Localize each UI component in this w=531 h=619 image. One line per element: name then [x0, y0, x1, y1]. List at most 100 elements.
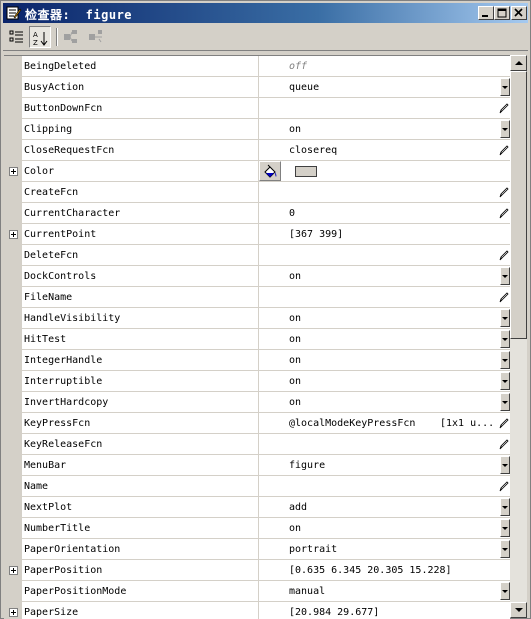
color-picker-button[interactable]	[259, 161, 281, 181]
property-name-cell[interactable]: MenuBar	[22, 455, 259, 476]
property-value-cell[interactable]	[259, 245, 510, 266]
property-name-cell[interactable]: HitTest	[22, 329, 259, 350]
property-row[interactable]: IntegerHandle on	[4, 350, 510, 371]
property-value-cell[interactable]: off	[259, 56, 510, 77]
property-name-cell[interactable]: CurrentPoint	[22, 224, 259, 245]
property-value-cell[interactable]: [367 399]	[259, 224, 510, 245]
property-name-cell[interactable]: CreateFcn	[22, 182, 259, 203]
maximize-button[interactable]	[494, 6, 510, 20]
property-name-cell[interactable]: PaperPositionMode	[22, 581, 259, 602]
expand-plus-icon[interactable]	[9, 167, 18, 176]
property-name-cell[interactable]: DockControls	[22, 266, 259, 287]
property-row[interactable]: Clipping on	[4, 119, 510, 140]
property-row[interactable]: BeingDeleted off	[4, 56, 510, 77]
pencil-edit-icon[interactable]	[499, 417, 509, 429]
pencil-edit-icon[interactable]	[499, 186, 509, 198]
property-name-cell[interactable]: KeyReleaseFcn	[22, 434, 259, 455]
property-value-cell[interactable]: on	[259, 266, 510, 287]
property-value-cell[interactable]	[259, 182, 510, 203]
property-value-cell[interactable]	[259, 287, 510, 308]
pencil-edit-icon[interactable]	[499, 102, 509, 114]
dropdown-arrow-icon[interactable]	[500, 351, 510, 369]
property-name-cell[interactable]: PaperSize	[22, 602, 259, 619]
pencil-edit-icon[interactable]	[499, 207, 509, 219]
property-row[interactable]: CurrentPoint [367 399]	[4, 224, 510, 245]
property-name-cell[interactable]: NextPlot	[22, 497, 259, 518]
dropdown-arrow-icon[interactable]	[500, 582, 510, 600]
dropdown-arrow-icon[interactable]	[500, 120, 510, 138]
property-value-cell[interactable]	[259, 161, 510, 182]
property-name-cell[interactable]: FileName	[22, 287, 259, 308]
property-name-cell[interactable]: InvertHardcopy	[22, 392, 259, 413]
property-value-cell[interactable]	[259, 98, 510, 119]
property-value-cell[interactable]: [0.635 6.345 20.305 15.228]	[259, 560, 510, 581]
property-value-cell[interactable]: on	[259, 308, 510, 329]
collapse-all-button[interactable]	[85, 26, 107, 48]
property-value-cell[interactable]: add	[259, 497, 510, 518]
property-name-cell[interactable]: Clipping	[22, 119, 259, 140]
property-name-cell[interactable]: Interruptible	[22, 371, 259, 392]
property-value-cell[interactable]	[259, 476, 510, 497]
property-value-cell[interactable]	[259, 434, 510, 455]
pencil-edit-icon[interactable]	[499, 291, 509, 303]
property-row[interactable]: Name	[4, 476, 510, 497]
property-row[interactable]: CloseRequestFcn closereq	[4, 140, 510, 161]
pencil-edit-icon[interactable]	[499, 249, 509, 261]
property-row[interactable]: HandleVisibility on	[4, 308, 510, 329]
property-row[interactable]: DeleteFcn	[4, 245, 510, 266]
property-value-cell[interactable]: @localModeKeyPressFcn [1x1 u...	[259, 413, 510, 434]
property-row[interactable]: Color	[4, 161, 510, 182]
property-name-cell[interactable]: Name	[22, 476, 259, 497]
property-name-cell[interactable]: HandleVisibility	[22, 308, 259, 329]
property-row[interactable]: PaperPositionMode manual	[4, 581, 510, 602]
property-name-cell[interactable]: PaperPosition	[22, 560, 259, 581]
property-name-cell[interactable]: BusyAction	[22, 77, 259, 98]
dropdown-arrow-icon[interactable]	[500, 78, 510, 96]
property-name-cell[interactable]: NumberTitle	[22, 518, 259, 539]
scroll-up-button[interactable]	[510, 55, 527, 71]
property-row[interactable]: ButtonDownFcn	[4, 98, 510, 119]
pencil-edit-icon[interactable]	[499, 438, 509, 450]
categorized-view-button[interactable]	[6, 26, 28, 48]
property-value-cell[interactable]: queue	[259, 77, 510, 98]
property-name-cell[interactable]: Color	[22, 161, 259, 182]
dropdown-arrow-icon[interactable]	[500, 519, 510, 537]
vertical-scrollbar[interactable]	[510, 55, 527, 618]
property-row[interactable]: MenuBar figure	[4, 455, 510, 476]
property-row[interactable]: HitTest on	[4, 329, 510, 350]
property-name-cell[interactable]: IntegerHandle	[22, 350, 259, 371]
alphabetical-sort-button[interactable]: A Z	[29, 26, 51, 48]
minimize-button[interactable]	[478, 6, 494, 20]
property-value-cell[interactable]: figure	[259, 455, 510, 476]
property-row[interactable]: CreateFcn	[4, 182, 510, 203]
property-row[interactable]: BusyAction queue	[4, 77, 510, 98]
property-name-cell[interactable]: CloseRequestFcn	[22, 140, 259, 161]
property-name-cell[interactable]: PaperOrientation	[22, 539, 259, 560]
property-value-cell[interactable]: [20.984 29.677]	[259, 602, 510, 619]
close-button[interactable]	[511, 6, 527, 20]
property-value-cell[interactable]: on	[259, 518, 510, 539]
property-name-cell[interactable]: BeingDeleted	[22, 56, 259, 77]
dropdown-arrow-icon[interactable]	[500, 498, 510, 516]
property-row[interactable]: PaperSize [20.984 29.677]	[4, 602, 510, 619]
property-value-cell[interactable]: closereq	[259, 140, 510, 161]
property-row[interactable]: Interruptible on	[4, 371, 510, 392]
property-row[interactable]: CurrentCharacter 0	[4, 203, 510, 224]
scroll-thumb[interactable]	[510, 71, 527, 339]
expand-plus-icon[interactable]	[9, 566, 18, 575]
property-value-cell[interactable]: on	[259, 371, 510, 392]
property-row[interactable]: KeyPressFcn @localModeKeyPressFcn [1x1 u..…	[4, 413, 510, 434]
dropdown-arrow-icon[interactable]	[500, 456, 510, 474]
dropdown-arrow-icon[interactable]	[500, 267, 510, 285]
property-row[interactable]: NumberTitle on	[4, 518, 510, 539]
property-value-cell[interactable]: 0	[259, 203, 510, 224]
expand-all-button[interactable]	[60, 26, 82, 48]
dropdown-arrow-icon[interactable]	[500, 309, 510, 327]
property-value-cell[interactable]: manual	[259, 581, 510, 602]
property-name-cell[interactable]: ButtonDownFcn	[22, 98, 259, 119]
property-name-cell[interactable]: KeyPressFcn	[22, 413, 259, 434]
property-row[interactable]: InvertHardcopy on	[4, 392, 510, 413]
scroll-down-button[interactable]	[510, 602, 527, 618]
color-swatch[interactable]	[295, 166, 317, 177]
property-value-cell[interactable]: on	[259, 350, 510, 371]
